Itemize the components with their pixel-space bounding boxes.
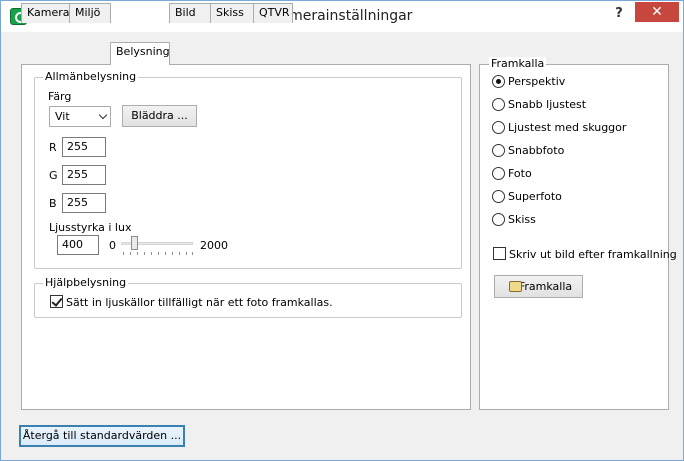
tab-qtvr[interactable]: QTVR — [253, 3, 293, 23]
color-select-value: Vit — [55, 110, 70, 123]
render-legend: Framkalla — [489, 57, 547, 70]
render-panel — [479, 64, 669, 410]
b-label: B — [49, 197, 57, 210]
radio-icon — [492, 98, 505, 111]
help-lighting-legend: Hjälpbelysning — [43, 276, 129, 289]
chevron-down-icon — [98, 110, 108, 120]
render-option-label: Snabb ljustest — [508, 98, 587, 111]
temporary-lights-checkbox[interactable] — [50, 295, 63, 308]
slider-tick — [186, 252, 187, 255]
radio-icon — [492, 167, 505, 180]
slider-tick — [144, 252, 145, 255]
render-option-label: Skiss — [508, 213, 536, 226]
r-label: R — [49, 141, 57, 154]
render-option-label: Foto — [508, 167, 532, 180]
intensity-slider-thumb[interactable] — [131, 236, 138, 250]
slider-tick — [192, 252, 193, 255]
color-label: Färg — [48, 90, 72, 103]
radio-icon — [492, 144, 505, 157]
temporary-lights-label: Sätt in ljuskällor tillfälligt när ett f… — [66, 296, 333, 309]
print-after-render-checkbox[interactable] — [493, 247, 506, 260]
slider-tick — [151, 252, 152, 255]
render-option-label: Perspektiv — [508, 75, 566, 88]
intensity-input[interactable]: 400 — [57, 235, 99, 255]
g-input[interactable]: 255 — [62, 165, 106, 185]
slider-tick — [179, 252, 180, 255]
render-button-label: Framkalla — [518, 280, 573, 293]
close-button[interactable]: ✕ — [635, 2, 679, 22]
render-option-label: Snabbfoto — [508, 144, 565, 157]
slider-min-label: 0 — [109, 239, 116, 252]
tab-belysning[interactable]: Belysning — [110, 42, 170, 65]
slider-max-label: 2000 — [200, 239, 228, 252]
browse-button[interactable]: Bläddra ... — [122, 105, 197, 127]
render-option-label: Superfoto — [508, 190, 562, 203]
radio-selected-icon — [492, 75, 505, 88]
slider-tick — [165, 252, 166, 255]
intensity-label: Ljusstyrka i lux — [49, 221, 132, 234]
slider-tick — [172, 252, 173, 255]
radio-icon — [492, 190, 505, 203]
radio-icon — [492, 121, 505, 134]
tab-kamera[interactable]: Kamera — [21, 3, 70, 23]
ambient-lighting-legend: Allmänbelysning — [43, 70, 139, 83]
slider-tick — [158, 252, 159, 255]
print-after-render-label: Skriv ut bild efter framkallning — [509, 248, 677, 261]
slider-tick — [123, 252, 124, 255]
help-button[interactable]: ? — [607, 3, 631, 25]
radio-icon — [492, 213, 505, 226]
slider-tick — [137, 252, 138, 255]
render-button[interactable]: Framkalla — [494, 275, 583, 298]
tab-bild[interactable]: Bild — [169, 3, 211, 23]
r-input[interactable]: 255 — [62, 137, 106, 157]
g-label: G — [49, 169, 58, 182]
dialog-window: Kamerainställningar ? ✕ Kamera Miljö Bel… — [0, 0, 684, 461]
tab-skiss[interactable]: Skiss — [210, 3, 254, 23]
reset-defaults-button[interactable]: Återgå till standardvärden ... — [19, 425, 185, 447]
render-option-label: Ljustest med skuggor — [508, 121, 627, 134]
camera-icon — [509, 281, 522, 292]
b-input[interactable]: 255 — [62, 193, 106, 213]
tab-miljo[interactable]: Miljö — [69, 3, 111, 23]
slider-tick — [130, 252, 131, 255]
color-select[interactable]: Vit — [49, 106, 111, 127]
